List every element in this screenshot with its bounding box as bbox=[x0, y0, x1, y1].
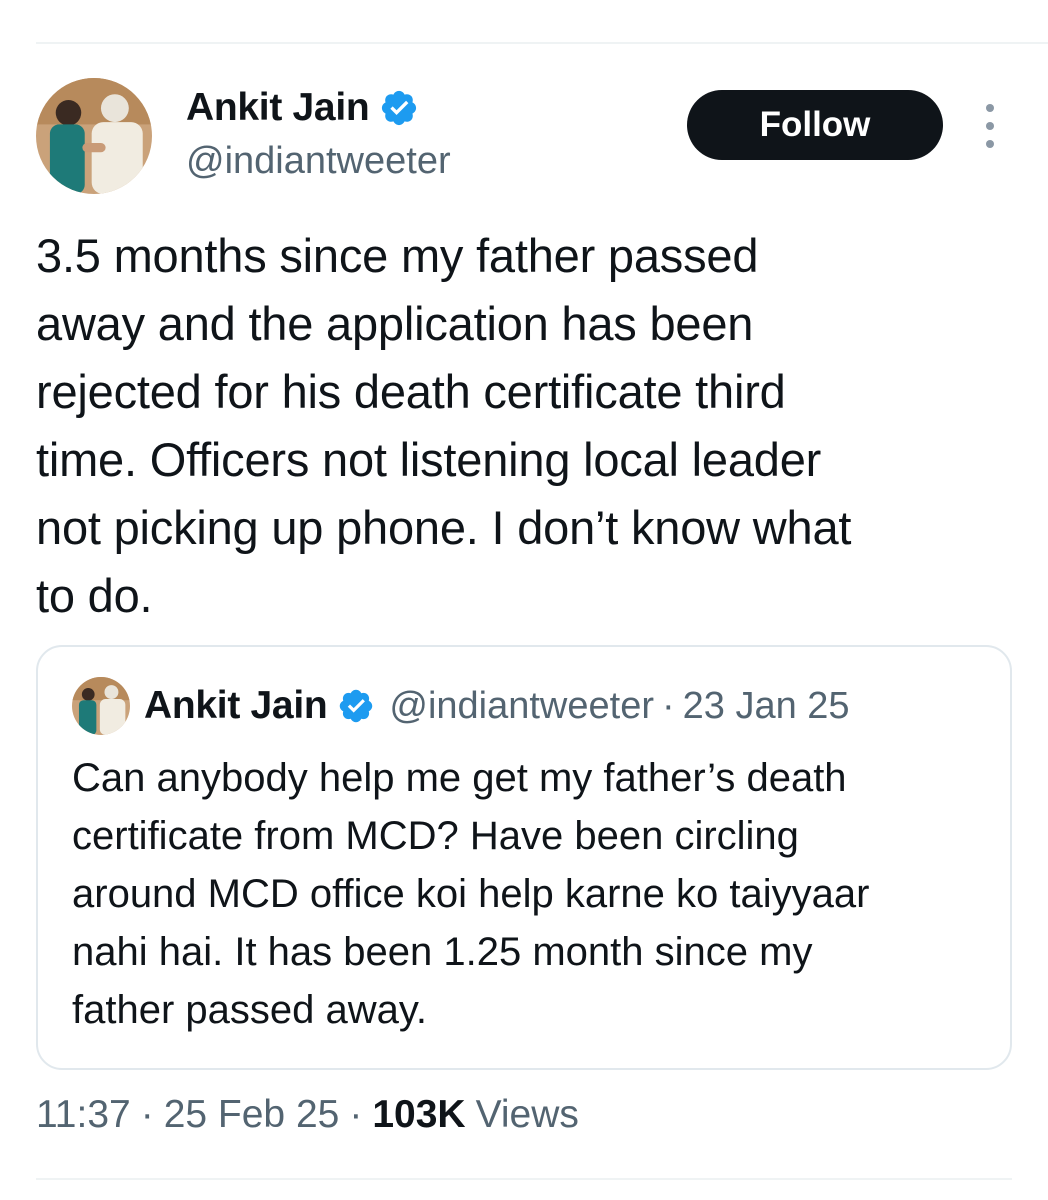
more-dot bbox=[986, 122, 994, 130]
dot-separator: · bbox=[661, 684, 675, 727]
quoted-tweet[interactable]: Ankit Jain @indiantweeter · 23 Jan 25 Ca… bbox=[36, 645, 1012, 1070]
bottom-divider bbox=[36, 1178, 1012, 1180]
tweet-time[interactable]: 11:37 bbox=[36, 1093, 131, 1137]
dot-separator: · bbox=[140, 1093, 154, 1136]
quoted-author-handle[interactable]: @indiantweeter bbox=[389, 685, 654, 728]
author-name-row: Ankit Jain bbox=[186, 86, 419, 130]
author-handle[interactable]: @indiantweeter bbox=[186, 140, 451, 183]
follow-button[interactable]: Follow bbox=[687, 90, 943, 160]
more-vertical-icon[interactable] bbox=[978, 104, 1002, 148]
verified-badge-icon bbox=[382, 90, 417, 126]
dot-separator: · bbox=[349, 1093, 363, 1136]
tweet-meta: 11:37 · 25 Feb 25 · 103K Views bbox=[36, 1093, 579, 1137]
views-label: Views bbox=[475, 1093, 579, 1136]
more-dot bbox=[986, 104, 994, 112]
quoted-author-avatar[interactable] bbox=[72, 677, 130, 735]
quoted-tweet-header: Ankit Jain @indiantweeter · 23 Jan 25 bbox=[72, 677, 850, 735]
top-divider bbox=[36, 42, 1048, 44]
more-dot bbox=[986, 140, 994, 148]
views-count: 103K bbox=[372, 1093, 466, 1136]
tweet-header: Ankit Jain @indiantweeter Follow bbox=[36, 78, 1012, 198]
quoted-tweet-date[interactable]: 23 Jan 25 bbox=[683, 685, 850, 728]
author-avatar[interactable] bbox=[36, 78, 152, 194]
quoted-tweet-text: Can anybody help me get my father’s deat… bbox=[72, 756, 870, 1032]
tweet-date[interactable]: 25 Feb 25 bbox=[164, 1093, 340, 1137]
verified-badge-icon bbox=[340, 689, 373, 723]
tweet-text: 3.5 months since my father passed away a… bbox=[36, 229, 852, 622]
quoted-author-name[interactable]: Ankit Jain bbox=[144, 684, 328, 728]
author-name[interactable]: Ankit Jain bbox=[186, 86, 370, 130]
